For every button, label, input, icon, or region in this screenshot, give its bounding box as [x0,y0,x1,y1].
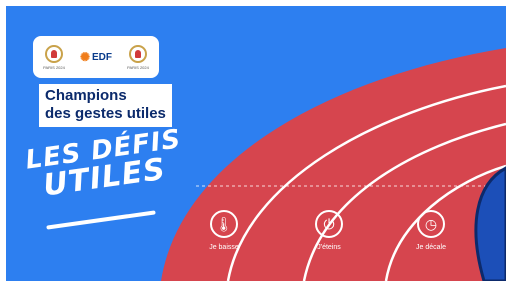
title-line-2: des gestes utiles [45,105,166,122]
left-logo-caption: PARIS 2024 [43,64,65,70]
paris-2024-paralympic-emblem-icon: PARIS 2024 [38,41,70,73]
gesture-je-baisse: 🌡 Je baisse [189,210,259,251]
right-logo-caption: PARIS 2024 [127,64,149,70]
gesture-je-decale: ◷ Je décale [396,210,466,251]
gesture-label: J'éteins [317,244,341,251]
gesture-label: Je décale [416,244,446,251]
ad-banner: PARIS 2024 ✺ EDF PARIS 2024 Champions de… [0,0,512,287]
title-line-1: Champions [45,87,127,104]
light-off-icon: ⏻ [315,210,343,238]
gesture-label: Je baisse [209,244,239,251]
gesture-jeteins: ⏻ J'éteins [294,210,364,251]
edf-spark-icon: ✺ [79,50,91,64]
campaign-title: Champions des gestes utiles [39,84,172,127]
edf-wordmark: EDF [92,51,113,63]
paris-2024-olympic-emblem-icon: PARIS 2024 [122,41,154,73]
thermometer-icon: 🌡 [210,210,238,238]
edf-logo: ✺ EDF [80,50,112,64]
sponsor-logos: PARIS 2024 ✺ EDF PARIS 2024 [33,36,159,78]
banner-artwork: PARIS 2024 ✺ EDF PARIS 2024 Champions de… [6,6,506,281]
clock-icon: ◷ [417,210,445,238]
